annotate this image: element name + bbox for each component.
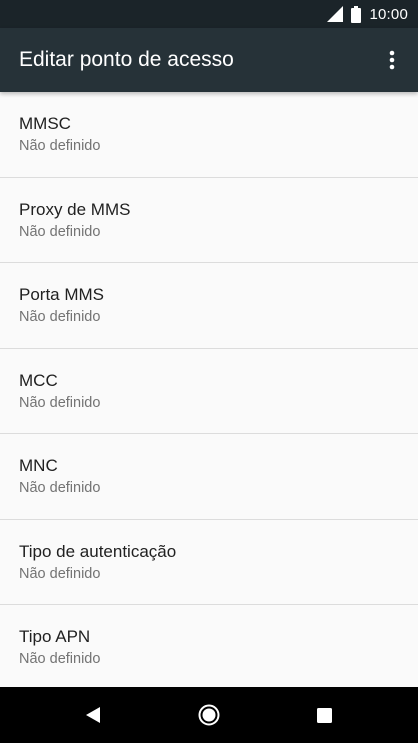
home-icon	[198, 704, 220, 726]
setting-item-mmsc[interactable]: MMSC Não definido	[0, 92, 418, 178]
setting-value: Não definido	[19, 309, 101, 325]
app-bar: Editar ponto de acesso	[0, 28, 418, 92]
battery-icon	[351, 5, 362, 23]
setting-value: Não definido	[19, 138, 101, 154]
setting-label: MNC	[19, 456, 58, 475]
home-button[interactable]	[179, 687, 239, 743]
setting-item-mms-port[interactable]: Porta MMS Não definido	[0, 263, 418, 349]
back-icon	[86, 707, 100, 723]
setting-label: MCC	[19, 370, 58, 390]
setting-label: MMSC	[19, 114, 71, 133]
status-bar: 10:00	[0, 0, 418, 28]
status-time: 10:00	[369, 5, 408, 23]
setting-value: Não definido	[19, 223, 101, 240]
setting-item-mnc[interactable]: MNC Não definido	[0, 434, 418, 520]
setting-item-mms-proxy[interactable]: Proxy de MMS Não definido	[0, 178, 418, 263]
page-title: Editar ponto de acesso	[19, 48, 234, 71]
setting-value: Não definido	[19, 480, 101, 496]
setting-label: Tipo APN	[19, 627, 91, 646]
setting-item-auth-type[interactable]: Tipo de autenticação Não definido	[0, 520, 418, 605]
setting-value: Não definido	[19, 565, 101, 582]
setting-value: Não definido	[19, 651, 101, 667]
setting-label: Tipo de autenticação	[19, 541, 177, 561]
overflow-menu-icon	[389, 50, 395, 70]
setting-item-mcc[interactable]: MCC Não definido	[0, 349, 418, 434]
recents-icon	[316, 707, 332, 723]
back-button[interactable]	[63, 687, 123, 743]
setting-item-apn-type[interactable]: Tipo APN Não definido	[0, 605, 418, 687]
settings-list: MMSC Não definido Proxy de MMS Não defin…	[0, 92, 418, 687]
overflow-menu-button[interactable]	[376, 36, 408, 84]
navigation-bar	[0, 687, 418, 743]
recents-button[interactable]	[294, 687, 354, 743]
setting-label: Proxy de MMS	[19, 199, 131, 219]
signal-icon	[327, 6, 344, 22]
setting-value: Não definido	[19, 394, 101, 411]
setting-label: Porta MMS	[19, 285, 105, 304]
